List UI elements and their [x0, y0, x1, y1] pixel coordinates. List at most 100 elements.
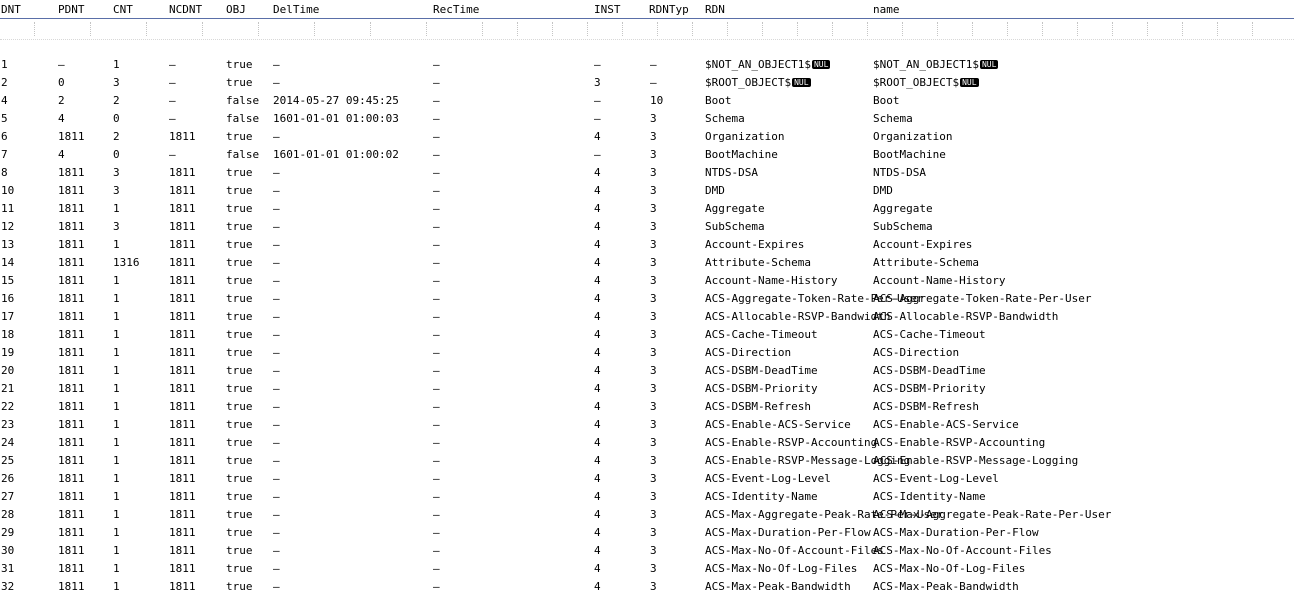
inst-text: 3 — [594, 76, 601, 89]
cell-deltime: – — [273, 76, 280, 90]
table-row[interactable]: 24 1811 1 1811 true – – 4 3 ACS-Enable-RSVP-Accou… — [0, 435, 1294, 453]
cell-inst: 4 — [594, 544, 601, 558]
deltime-text: – — [273, 364, 280, 377]
table-row[interactable]: 5 4 0 – false 1601-01-01 01:00:03 – – 3 Schema Sch… — [0, 111, 1294, 129]
column-header-rectime[interactable]: RecTime — [433, 3, 479, 17]
cell-cnt: 2 — [113, 94, 120, 108]
cnt-text: 3 — [113, 184, 120, 197]
dnt-text: 23 — [1, 418, 15, 431]
table-row[interactable]: 8 1811 3 1811 true – – 4 3 NTDS-DSA NTDS-DSA — [0, 165, 1294, 183]
cell-ncdnt: – — [169, 58, 176, 72]
rdn-text: ACS-Max-Peak-Bandwidth — [705, 580, 851, 593]
table-row[interactable]: 30 1811 1 1811 true – – 4 3 ACS-Max-No-Of-Account… — [0, 543, 1294, 561]
table-row[interactable]: 4 2 2 – false 2014-05-27 09:45:25 – – 10 Boot Boot — [0, 93, 1294, 111]
cell-deltime: – — [273, 490, 280, 504]
cell-dnt: 10 — [1, 184, 14, 198]
ruler-tick — [1147, 22, 1148, 36]
obj-text: true — [226, 130, 253, 143]
ruler-tick — [1077, 22, 1078, 36]
cell-deltime: – — [273, 310, 280, 324]
table-row[interactable]: 20 1811 1 1811 true – – 4 3 ACS-DSBM-DeadTime ACS-… — [0, 363, 1294, 381]
column-header-cnt[interactable]: CNT — [113, 3, 133, 17]
rdn-text: $NOT_AN_OBJECT1$ — [705, 58, 811, 71]
cell-name: NTDS-DSA — [873, 166, 926, 180]
cell-ncdnt: 1811 — [169, 184, 196, 198]
cell-obj: true — [226, 382, 253, 396]
cell-rectime: – — [433, 364, 440, 378]
cell-name: ACS-Event-Log-Level — [873, 472, 999, 486]
deltime-text: – — [273, 400, 280, 413]
cell-rdn: ACS-Direction — [705, 346, 791, 360]
cell-inst: 4 — [594, 508, 601, 522]
column-header-rdntyp[interactable]: RDNTyp — [649, 3, 689, 17]
rdntyp-text: 3 — [650, 562, 657, 575]
table-row[interactable]: 17 1811 1 1811 true – – 4 3 ACS-Allocable-RSVP-Ba… — [0, 309, 1294, 327]
ruler-tick — [1112, 22, 1113, 36]
table-row[interactable]: 18 1811 1 1811 true – – 4 3 ACS-Cache-Timeout ACS-… — [0, 327, 1294, 345]
table-row[interactable]: 14 1811 1316 1811 true – – 4 3 Attribute-Schema At… — [0, 255, 1294, 273]
cell-name: ACS-Direction — [873, 346, 959, 360]
column-header-dnt[interactable]: DNT — [1, 3, 21, 17]
obj-text: true — [226, 310, 253, 323]
column-header-rdn[interactable]: RDN — [705, 3, 725, 17]
cell-rectime: – — [433, 130, 440, 144]
table-row[interactable]: 19 1811 1 1811 true – – 4 3 ACS-Direction ACS-Dire… — [0, 345, 1294, 363]
rdntyp-text: 3 — [650, 472, 657, 485]
table-row[interactable]: 15 1811 1 1811 true – – 4 3 Account-Name-History A… — [0, 273, 1294, 291]
table-row[interactable]: 27 1811 1 1811 true – – 4 3 ACS-Identity-Name ACS-… — [0, 489, 1294, 507]
ruler-tick — [727, 22, 728, 36]
ncdnt-text: 1811 — [169, 382, 196, 395]
table-row[interactable]: 12 1811 3 1811 true – – 4 3 SubSchema SubSchema — [0, 219, 1294, 237]
column-header-name[interactable]: name — [873, 3, 900, 17]
ncdnt-text: 1811 — [169, 166, 196, 179]
cell-rdn: ACS-Cache-Timeout — [705, 328, 818, 342]
pdnt-text: 1811 — [58, 184, 85, 197]
cell-obj: true — [226, 454, 253, 468]
inst-text: 4 — [594, 418, 601, 431]
cell-ncdnt: 1811 — [169, 526, 196, 540]
table-row[interactable]: 13 1811 1 1811 true – – 4 3 Account-Expires Accoun… — [0, 237, 1294, 255]
cell-rectime: – — [433, 238, 440, 252]
dnt-text: 13 — [1, 238, 15, 251]
table-row[interactable]: 7 4 0 – false 1601-01-01 01:00:02 – – 3 BootMachi… — [0, 147, 1294, 165]
cell-inst: 4 — [594, 364, 601, 378]
table-row[interactable]: 22 1811 1 1811 true – – 4 3 ACS-DSBM-Refresh ACS-D… — [0, 399, 1294, 417]
table-row[interactable]: 11 1811 1 1811 true – – 4 3 Aggregate Aggregate — [0, 201, 1294, 219]
table-row[interactable]: 6 1811 2 1811 true – – 4 3 Organization Organizati… — [0, 129, 1294, 147]
cell-rdntyp: 3 — [650, 112, 657, 126]
column-header-deltime[interactable]: DelTime — [273, 3, 319, 17]
ncdnt-text: 1811 — [169, 472, 196, 485]
column-header-ncdnt[interactable]: NCDNT — [169, 3, 202, 17]
name-text: ACS-Direction — [873, 346, 960, 359]
cell-dnt: 25 — [1, 454, 14, 468]
table-row[interactable]: 23 1811 1 1811 true – – 4 3 ACS-Enable-ACS-Servic… — [0, 417, 1294, 435]
cell-rdntyp: 3 — [650, 346, 657, 360]
rectime-text: – — [433, 238, 440, 251]
table-row[interactable]: 28 1811 1 1811 true – – 4 3 ACS-Max-Aggregate-Pea… — [0, 507, 1294, 525]
table-row[interactable]: 32 1811 1 1811 true – – 4 3 ACS-Max-Peak-Bandwidt… — [0, 579, 1294, 597]
ncdnt-text: 1811 — [169, 310, 196, 323]
column-header-obj[interactable]: OBJ — [226, 3, 246, 17]
table-row[interactable]: 21 1811 1 1811 true – – 4 3 ACS-DSBM-Priority ACS-… — [0, 381, 1294, 399]
ncdnt-text: 1811 — [169, 508, 196, 521]
cell-ncdnt: 1811 — [169, 580, 196, 594]
table-row[interactable]: 31 1811 1 1811 true – – 4 3 ACS-Max-No-Of-Log-Fil… — [0, 561, 1294, 579]
cell-ncdnt: 1811 — [169, 202, 196, 216]
rdntyp-text: 3 — [650, 256, 657, 269]
nul-badge: NUL — [792, 78, 811, 87]
table-row[interactable]: 2 0 3– true – –3– $ROOT_OBJECT$ NUL $ROOT_OBJECT… — [0, 75, 1294, 93]
column-header-inst[interactable]: INST — [594, 3, 621, 17]
ncdnt-text: – — [169, 148, 176, 161]
cell-obj: false — [226, 112, 259, 126]
table-row[interactable]: 25 1811 1 1811 true – – 4 3 ACS-Enable-RSVP-Messa… — [0, 453, 1294, 471]
table-row[interactable]: 16 1811 1 1811 true – – 4 3 ACS-Aggregate-Token-R… — [0, 291, 1294, 309]
cell-deltime: – — [273, 580, 280, 594]
cell-obj: true — [226, 238, 253, 252]
rectime-text: – — [433, 292, 440, 305]
table-row[interactable]: 29 1811 1 1811 true – – 4 3 ACS-Max-Duration-Per-… — [0, 525, 1294, 543]
table-row[interactable]: 26 1811 1 1811 true – – 4 3 ACS-Event-Log-Level AC… — [0, 471, 1294, 489]
column-header-pdnt[interactable]: PDNT — [58, 3, 85, 17]
table-row[interactable]: 1–1– true – – – – $NOT_AN_OBJECT1$ NUL $NOT_AN_O… — [0, 57, 1294, 75]
table-row[interactable]: 10 1811 3 1811 true – – 4 3 DMD DMD — [0, 183, 1294, 201]
cnt-text: 1 — [113, 292, 120, 305]
